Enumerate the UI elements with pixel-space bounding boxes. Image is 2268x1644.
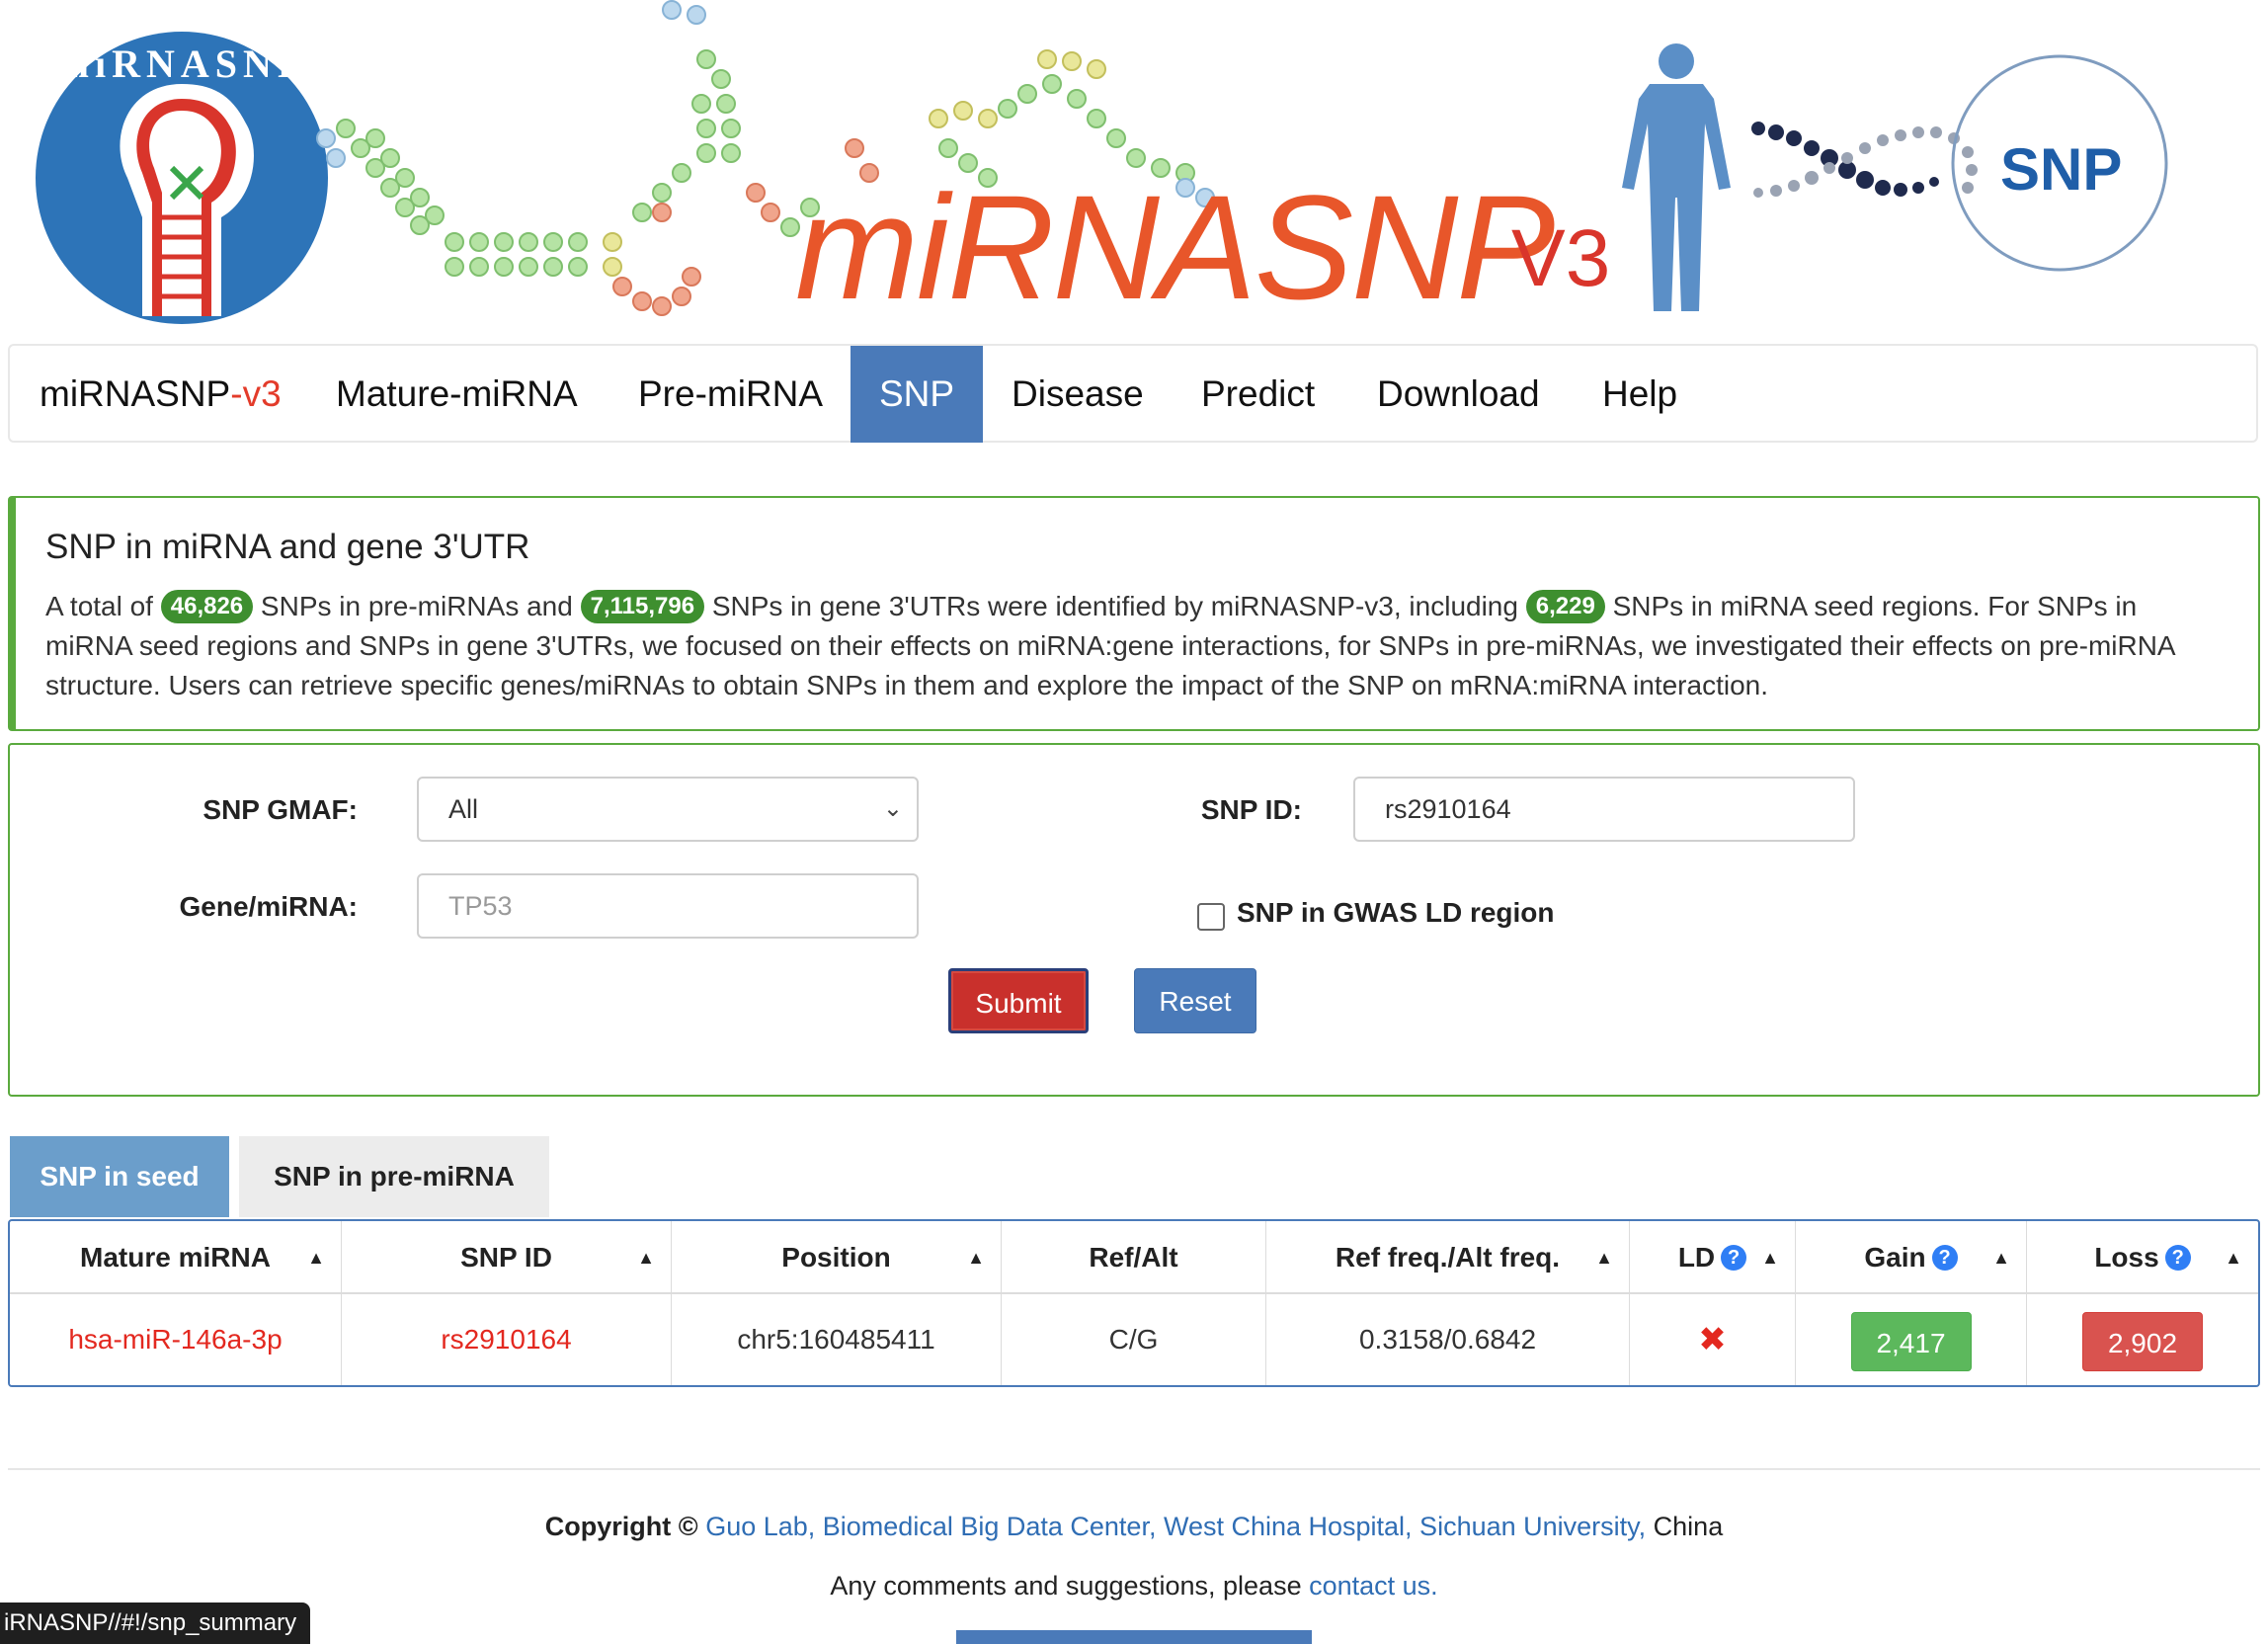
copyright-suffix: China (1653, 1512, 1724, 1541)
snp-id-label: SNP ID: (1200, 794, 1302, 825)
column-header-mature-mirna[interactable]: Mature miRNA ▲ (10, 1221, 342, 1294)
nav-item-help[interactable]: Help (1602, 346, 1677, 443)
browser-status-url: iRNASNP//#!/snp_summary (0, 1603, 311, 1644)
copyright-prefix: Copyright © (544, 1512, 698, 1541)
snp-id-input[interactable]: rs2910164 (1353, 777, 1855, 842)
gain-count-button[interactable]: 2,417 (1850, 1311, 1972, 1371)
column-header-label: Ref freq./Alt freq. (1335, 1242, 1561, 1273)
nav-item-mature-mirna[interactable]: Mature-miRNA (336, 346, 578, 443)
nav-item-disease[interactable]: Disease (1012, 346, 1144, 443)
footer-contact: Any comments and suggestions, please con… (0, 1571, 2268, 1602)
main-navbar: miRNASNP-v3 Mature-miRNA Pre-miRNA SNP D… (8, 344, 2258, 443)
column-header-label: Mature miRNA (80, 1242, 271, 1273)
column-header-label: SNP ID (460, 1242, 552, 1273)
banner-version: V3 (1511, 213, 1611, 303)
column-header-label: Gain (1864, 1242, 1926, 1273)
gwas-ld-checkbox[interactable] (1197, 903, 1225, 931)
logo-ring-text: miRNASNP (56, 41, 308, 86)
cell-ref-alt: C/G (1002, 1294, 1266, 1385)
column-header-label: Position (781, 1242, 891, 1273)
nav-brand[interactable]: miRNASNP-v3 (40, 346, 282, 443)
tab-snp-in-seed[interactable]: SNP in seed (10, 1136, 229, 1217)
column-header-ref-alt: Ref/Alt (1002, 1221, 1266, 1294)
premirna-snp-count-badge: 46,826 (160, 590, 254, 623)
gmaf-select[interactable]: All ⌄ (417, 777, 919, 842)
gene-mirna-input[interactable]: TP53 (417, 873, 919, 939)
cell-position: chr5:160485411 (672, 1294, 1002, 1385)
snp-dna-icon: SNP (1751, 54, 2168, 272)
gene-mirna-label: Gene/miRNA: (179, 891, 358, 922)
chevron-down-icon: ⌄ (882, 795, 903, 822)
summary-heading: SNP in miRNA and gene 3'UTR (45, 528, 530, 566)
mirnasnp-logo: miRNASNP (36, 32, 328, 324)
cell-mature-mirna-link[interactable]: hsa-miR-146a-3p (10, 1294, 342, 1385)
sort-asc-icon[interactable]: ▲ (967, 1221, 985, 1294)
summary-text-part: SNPs in gene 3'UTRs were identified by m… (704, 591, 1526, 621)
guo-lab-link[interactable]: Guo Lab, Biomedical Big Data Center, Wes… (705, 1512, 1646, 1541)
column-header-ld[interactable]: LD? ▲ (1630, 1221, 1796, 1294)
loss-count-button[interactable]: 2,902 (2082, 1311, 2203, 1371)
utr-snp-count-badge: 7,115,796 (580, 590, 705, 623)
sort-asc-icon[interactable]: ▲ (1761, 1221, 1779, 1294)
summary-text-part: SNPs in pre-miRNAs and (253, 591, 581, 621)
nav-item-predict[interactable]: Predict (1201, 346, 1315, 443)
comments-text: Any comments and suggestions, please (830, 1571, 1302, 1601)
gwas-ld-label[interactable]: SNP in GWAS LD region (1237, 897, 1555, 929)
column-header-snp-id[interactable]: SNP ID ▲ (342, 1221, 672, 1294)
snp-results-table: Mature miRNA ▲ SNP ID ▲ Position ▲ Ref/Alt … (8, 1219, 2260, 1387)
banner-title: miRNASNP (795, 164, 1555, 330)
sort-asc-icon[interactable]: ▲ (1595, 1221, 1613, 1294)
summary-text-part: A total of (45, 591, 161, 621)
nav-item-download[interactable]: Download (1377, 346, 1540, 443)
cell-loss: 2,902 (2027, 1294, 2258, 1385)
footer-badge-partial (956, 1630, 1312, 1644)
sort-asc-icon[interactable]: ▲ (2225, 1221, 2242, 1294)
site-banner: miRNASNP miRNASNP V3 SNP (0, 0, 2268, 341)
cell-gain: 2,417 (1796, 1294, 2027, 1385)
nav-item-pre-mirna[interactable]: Pre-miRNA (638, 346, 823, 443)
cross-icon: ✖ (1698, 1321, 1727, 1358)
snp-badge-text: SNP (2000, 136, 2122, 203)
gmaf-label: SNP GMAF: (202, 794, 358, 825)
footer-divider (8, 1468, 2260, 1470)
help-icon[interactable]: ? (1931, 1245, 1958, 1271)
snp-summary-panel: SNP in miRNA and gene 3'UTR A total of 4… (8, 496, 2260, 731)
gmaf-selected-value: All (448, 794, 479, 824)
column-header-ref-alt-freq[interactable]: Ref freq./Alt freq. ▲ (1266, 1221, 1630, 1294)
cell-ld: ✖ (1630, 1294, 1796, 1385)
cell-freq: 0.3158/0.6842 (1266, 1294, 1630, 1385)
column-header-label: LD (1677, 1242, 1716, 1273)
sort-asc-icon[interactable]: ▲ (307, 1221, 325, 1294)
summary-text: A total of 46,826 SNPs in pre-miRNAs and… (45, 587, 2228, 705)
seed-snp-count-badge: 6,229 (1525, 590, 1605, 623)
nav-brand-suffix: -v3 (230, 373, 282, 414)
column-header-label: Loss (2094, 1242, 2159, 1273)
contact-us-link[interactable]: contact us. (1309, 1571, 1438, 1601)
help-icon[interactable]: ? (1721, 1245, 1747, 1271)
nav-brand-main: miRNASNP (40, 373, 231, 414)
submit-button[interactable]: Submit (948, 968, 1089, 1033)
tab-snp-in-pre-mirna[interactable]: SNP in pre-miRNA (239, 1136, 549, 1217)
sort-asc-icon[interactable]: ▲ (637, 1221, 655, 1294)
nav-item-snp[interactable]: SNP (850, 346, 983, 443)
column-header-loss[interactable]: Loss? ▲ (2027, 1221, 2258, 1294)
reset-button[interactable]: Reset (1134, 968, 1256, 1033)
human-figure-icon (1622, 43, 1731, 311)
column-header-gain[interactable]: Gain? ▲ (1796, 1221, 2027, 1294)
footer-copyright: Copyright © Guo Lab, Biomedical Big Data… (0, 1512, 2268, 1542)
cell-snp-id-link[interactable]: rs2910164 (342, 1294, 672, 1385)
help-icon[interactable]: ? (2164, 1245, 2191, 1271)
snp-search-form: SNP GMAF: All ⌄ SNP ID: rs2910164 Gene/m… (8, 743, 2260, 1097)
column-header-position[interactable]: Position ▲ (672, 1221, 1002, 1294)
sort-asc-icon[interactable]: ▲ (1992, 1221, 2010, 1294)
